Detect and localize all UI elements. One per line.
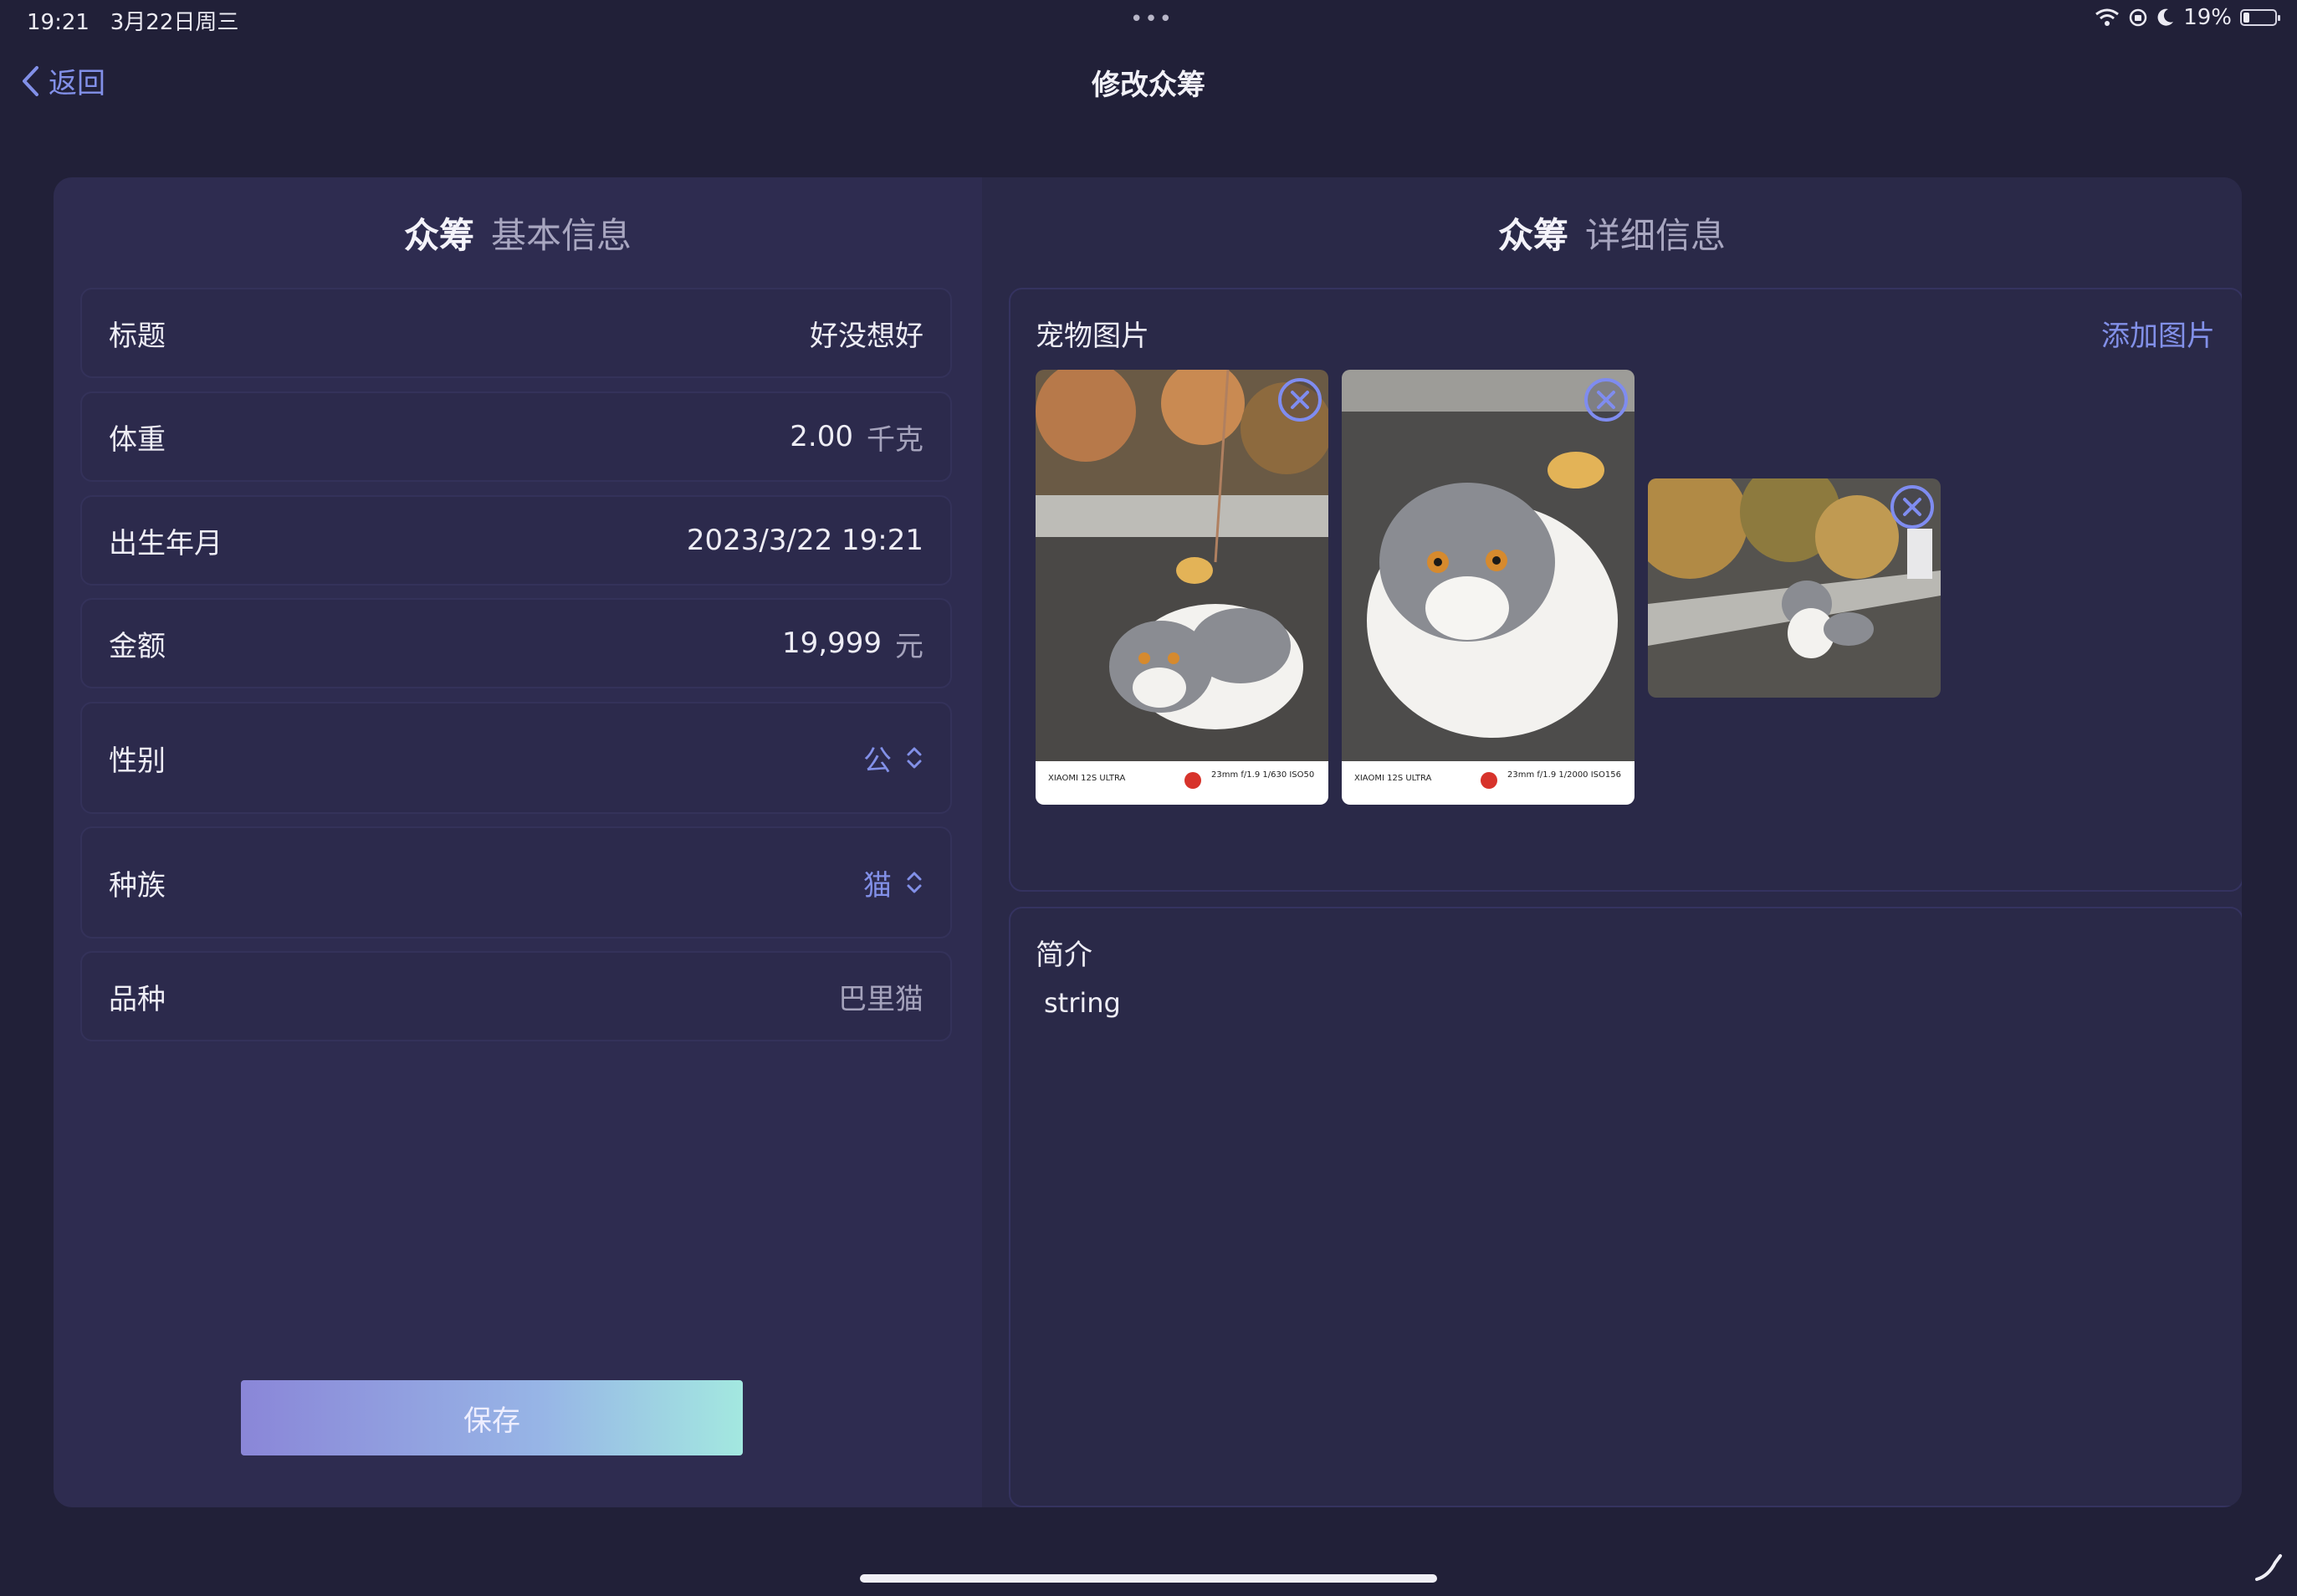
weight-label: 体重 [109, 422, 166, 457]
gender-label: 性别 [109, 744, 166, 778]
chevron-up-down-icon [907, 747, 922, 769]
breed-field[interactable]: 品种 巴里猫 [80, 951, 952, 1041]
page-title: 修改众筹 [1092, 69, 1205, 102]
status-time: 19:21 [27, 10, 90, 35]
basic-info-heading-strong: 众筹 [403, 215, 474, 256]
title-value[interactable]: 好没想好 [810, 313, 923, 354]
basic-info-heading: 众筹 基本信息 [54, 207, 982, 258]
detail-info-heading-strong: 众筹 [1497, 215, 1568, 256]
amount-value[interactable]: 19,999 [782, 627, 882, 660]
species-picker[interactable]: 猫 [863, 862, 923, 903]
pet-photos-panel: 宠物图片 添加图片 XIAOMI 12S ULTRA 23mm f/1.9 1/… [1009, 288, 2242, 892]
multitasking-dots[interactable]: ••• [1130, 7, 1174, 32]
gender-field[interactable]: 性别 公 [80, 702, 952, 814]
birth-date-field[interactable]: 出生年月 2023/3/22 19:21 [80, 495, 952, 586]
amount-unit: 元 [895, 629, 923, 663]
title-label: 标题 [109, 319, 166, 353]
species-field[interactable]: 种族 猫 [80, 826, 952, 939]
pet-photo-3[interactable] [1648, 478, 1941, 698]
breed-value[interactable]: 巴里猫 [838, 976, 923, 1017]
save-button[interactable]: 保存 [241, 1380, 743, 1455]
wifi-icon [2095, 8, 2120, 26]
amount-label: 金额 [109, 629, 166, 663]
battery-percent: 19% [2183, 5, 2232, 30]
detail-info-pane: 众筹 详细信息 宠物图片 添加图片 XIAOMI 12S ULTRA 23mm … [982, 177, 2242, 1507]
gender-value: 公 [863, 744, 892, 778]
amount-value-group: 19,999 元 [782, 623, 923, 664]
basic-info-heading-text: 基本信息 [491, 215, 632, 256]
intro-panel: 简介 string [1009, 907, 2242, 1507]
home-indicator[interactable] [860, 1574, 1437, 1583]
moon-icon [2157, 8, 2174, 26]
add-photo-button[interactable]: 添加图片 [2101, 313, 2215, 354]
status-date: 3月22日周三 [110, 10, 239, 35]
photo-2-caption-model: XIAOMI 12S ULTRA [1354, 774, 1432, 783]
birth-date-label: 出生年月 [109, 526, 223, 560]
detail-info-heading-text: 详细信息 [1585, 215, 1727, 256]
gender-picker[interactable]: 公 [863, 738, 923, 779]
cat-photo-image: XIAOMI 12S ULTRA 23mm f/1.9 1/2000 ISO15… [1342, 370, 1635, 805]
photo-2-caption-exif: 23mm f/1.9 1/2000 ISO156 [1507, 770, 1621, 780]
status-bar-indicators: 19% [2095, 5, 2280, 30]
orientation-lock-icon [2129, 8, 2147, 27]
weight-value[interactable]: 2.00 [790, 420, 853, 453]
title-field[interactable]: 标题 好没想好 [80, 288, 952, 378]
weight-unit: 千克 [867, 422, 923, 457]
crowdfunding-edit-card: 众筹 基本信息 标题 好没想好 体重 2.00 千克 出生年月 2023/3/2… [54, 177, 2242, 1507]
battery-icon [2240, 9, 2280, 26]
amount-field[interactable]: 金额 19,999 元 [80, 598, 952, 688]
weight-field[interactable]: 体重 2.00 千克 [80, 391, 952, 482]
intro-label: 简介 [1036, 939, 1092, 972]
pet-photo-2[interactable]: XIAOMI 12S ULTRA 23mm f/1.9 1/2000 ISO15… [1342, 370, 1635, 805]
pet-photos-label: 宠物图片 [1036, 320, 1149, 353]
remove-photo-icon[interactable] [1583, 376, 1629, 423]
breed-label: 品种 [109, 982, 166, 1016]
detail-info-heading: 众筹 详细信息 [982, 207, 2242, 258]
status-bar-time: 19:21 3月22日周三 [27, 5, 238, 36]
intro-textarea[interactable]: string [1044, 987, 1121, 1019]
weight-value-group: 2.00 千克 [790, 417, 923, 458]
pencil-hover-icon [2255, 1554, 2282, 1581]
photo-1-caption-exif: 23mm f/1.9 1/630 ISO50 [1211, 770, 1314, 780]
species-value: 猫 [863, 868, 892, 903]
pet-photo-1[interactable]: XIAOMI 12S ULTRA 23mm f/1.9 1/630 ISO50 [1036, 370, 1328, 805]
remove-photo-icon[interactable] [1276, 376, 1323, 423]
remove-photo-icon[interactable] [1889, 483, 1936, 530]
cat-photo-image: XIAOMI 12S ULTRA 23mm f/1.9 1/630 ISO50 [1036, 370, 1328, 805]
photo-1-caption-model: XIAOMI 12S ULTRA [1048, 774, 1126, 783]
chevron-up-down-icon [907, 872, 922, 893]
birth-date-value[interactable]: 2023/3/22 19:21 [687, 524, 923, 557]
species-label: 种族 [109, 868, 166, 903]
